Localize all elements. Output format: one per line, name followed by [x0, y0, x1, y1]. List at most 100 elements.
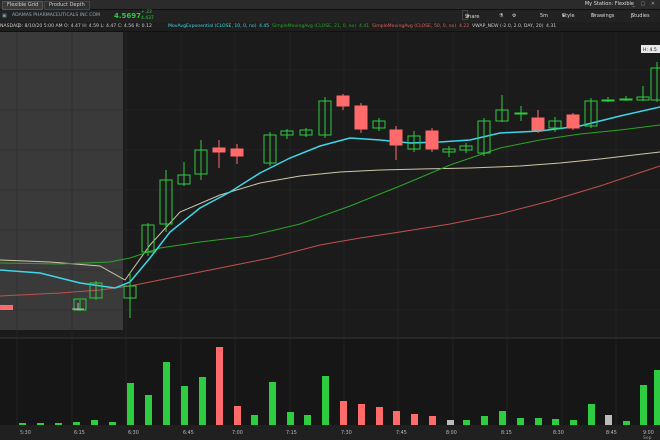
time-label: 6:45 [183, 430, 194, 436]
study-legend: NASDAQ D: 8/10/20 5:00 AM O: 4.47 H: 4.5… [0, 22, 660, 32]
candle-body [336, 95, 350, 107]
volume-bar [91, 420, 98, 425]
volume-bar [447, 420, 454, 425]
ohlc-readout: D: 8/10/20 5:00 AM O: 4.47 H: 4.59 L: 4.… [18, 24, 152, 29]
studies-label: Studies [631, 13, 650, 19]
time-label: 8:45 [606, 430, 617, 436]
price-chart[interactable]: H: 4.5 5:30 6:15 6:30 6:45 7:00 7:15 7:30 7:45 8… [0, 32, 660, 440]
volume-bar [287, 412, 294, 425]
volume-bar [163, 362, 170, 425]
exchange-label: NASDAQ [0, 24, 20, 29]
volume-bar [570, 420, 577, 425]
volume-bar [358, 404, 365, 425]
vwap-value: 4.31 [546, 24, 557, 29]
candle-body [619, 98, 633, 101]
volume-bar [145, 395, 152, 425]
volume-bar [517, 418, 524, 425]
volume-bar [199, 377, 206, 425]
regular-session-area [123, 32, 660, 330]
flask-icon: ⚗ [499, 13, 504, 19]
tab-bar: Flexible Grid Product Depth My Station: … [0, 0, 660, 10]
time-label: 8:30 [553, 430, 564, 436]
volume-bar [322, 376, 329, 425]
candle-body [389, 129, 403, 146]
candle-body [230, 148, 244, 157]
time-label: 6:30 [128, 430, 139, 436]
volume-bar [654, 370, 660, 425]
style-button[interactable]: ▾ Style [560, 10, 575, 19]
volume-bar [535, 418, 542, 425]
volume-bar [251, 415, 258, 425]
flask-button[interactable]: ⚗ [497, 10, 503, 19]
style-label: Style [562, 13, 575, 19]
volume-bar [376, 407, 383, 425]
volume-bar [588, 404, 595, 425]
volume-bar [340, 401, 347, 425]
volume-bar [73, 422, 80, 425]
premarket-marker [0, 305, 13, 310]
volume-bar [269, 382, 276, 425]
volume-bar [429, 416, 436, 425]
volume-bar [304, 415, 311, 425]
last-price: 4.5697 [114, 12, 142, 20]
time-label: 7:00 [232, 430, 243, 436]
volume-pane [0, 339, 660, 425]
candle-body [425, 130, 439, 150]
drawings-button[interactable]: ✎ Drawings [589, 10, 614, 19]
volume-bar [109, 422, 116, 425]
studies-button[interactable]: ƒ Studies [629, 10, 650, 19]
tab-label: Product Depth [49, 2, 85, 8]
volume-bar [623, 421, 630, 425]
candle-body [531, 117, 545, 131]
tab-label: Flexible Grid [7, 2, 39, 8]
volume-bar [127, 383, 134, 425]
time-label: 6:15 [74, 430, 85, 436]
time-label: 8:15 [501, 430, 512, 436]
time-label: 7:30 [341, 430, 352, 436]
share-button[interactable]: ↗ Share [462, 10, 479, 20]
drawings-label: Drawings [591, 13, 615, 19]
volume-bar [463, 420, 470, 425]
time-label: 7:15 [286, 430, 297, 436]
candle-body [566, 114, 580, 129]
window-controls[interactable]: _ ▢ ✕ [632, 1, 657, 8]
sma50-legend[interactable]: SimpleMovingAvg (CLOSE, 50, 0, no) [372, 22, 456, 31]
candle-body [601, 99, 615, 102]
volume-bar [640, 385, 647, 425]
vwap-legend[interactable]: VWAP_NEW (-2.0, 2.0, DAY, 20) [472, 22, 544, 31]
premarket-shade [0, 32, 123, 330]
ema-legend[interactable]: MovAvgExponential (CLOSE, 10, 0, no) [168, 22, 257, 31]
time-label: 5:30 [20, 430, 31, 436]
gear-icon: ⚙ [512, 13, 517, 19]
volume-bar [499, 411, 506, 425]
tab-flexible-grid[interactable]: Flexible Grid [2, 1, 44, 10]
candle-body [212, 147, 226, 153]
ema-value: 4.45 [259, 24, 270, 29]
price-marker-box: H: 4.5 [641, 45, 660, 53]
volume-bar [216, 347, 223, 425]
sma50-value: 4.22 [459, 24, 470, 29]
volume-bar [481, 416, 488, 425]
volume-bar [55, 423, 62, 425]
time-label: 8:00 [446, 430, 457, 436]
volume-bar [411, 414, 418, 425]
sma21-value: 4.41 [359, 24, 370, 29]
timeframe-button[interactable]: 5m [538, 10, 548, 19]
volume-bar [234, 406, 241, 425]
symbol-link-icon[interactable]: ▣ [2, 10, 7, 22]
sma21-legend[interactable]: SimpleMovingAvg (CLOSE, 21, 0, no) [272, 22, 356, 31]
timeframe-label: 5m [540, 13, 549, 19]
volume-bar [393, 411, 400, 425]
volume-bar [605, 415, 612, 425]
station-label[interactable]: My Station: Flexible [585, 1, 634, 8]
price-marker-label: H: 4.5 [643, 47, 657, 53]
candle-body [354, 105, 368, 130]
volume-bar [19, 423, 26, 425]
tab-product-depth[interactable]: Product Depth [44, 1, 90, 10]
volume-bar [552, 419, 559, 425]
time-label-extra: Sep [643, 435, 652, 440]
time-label: 7:45 [396, 430, 407, 436]
settings-button[interactable]: ⚙ [510, 10, 516, 19]
volume-bar [181, 386, 188, 425]
candle-body [514, 112, 528, 115]
